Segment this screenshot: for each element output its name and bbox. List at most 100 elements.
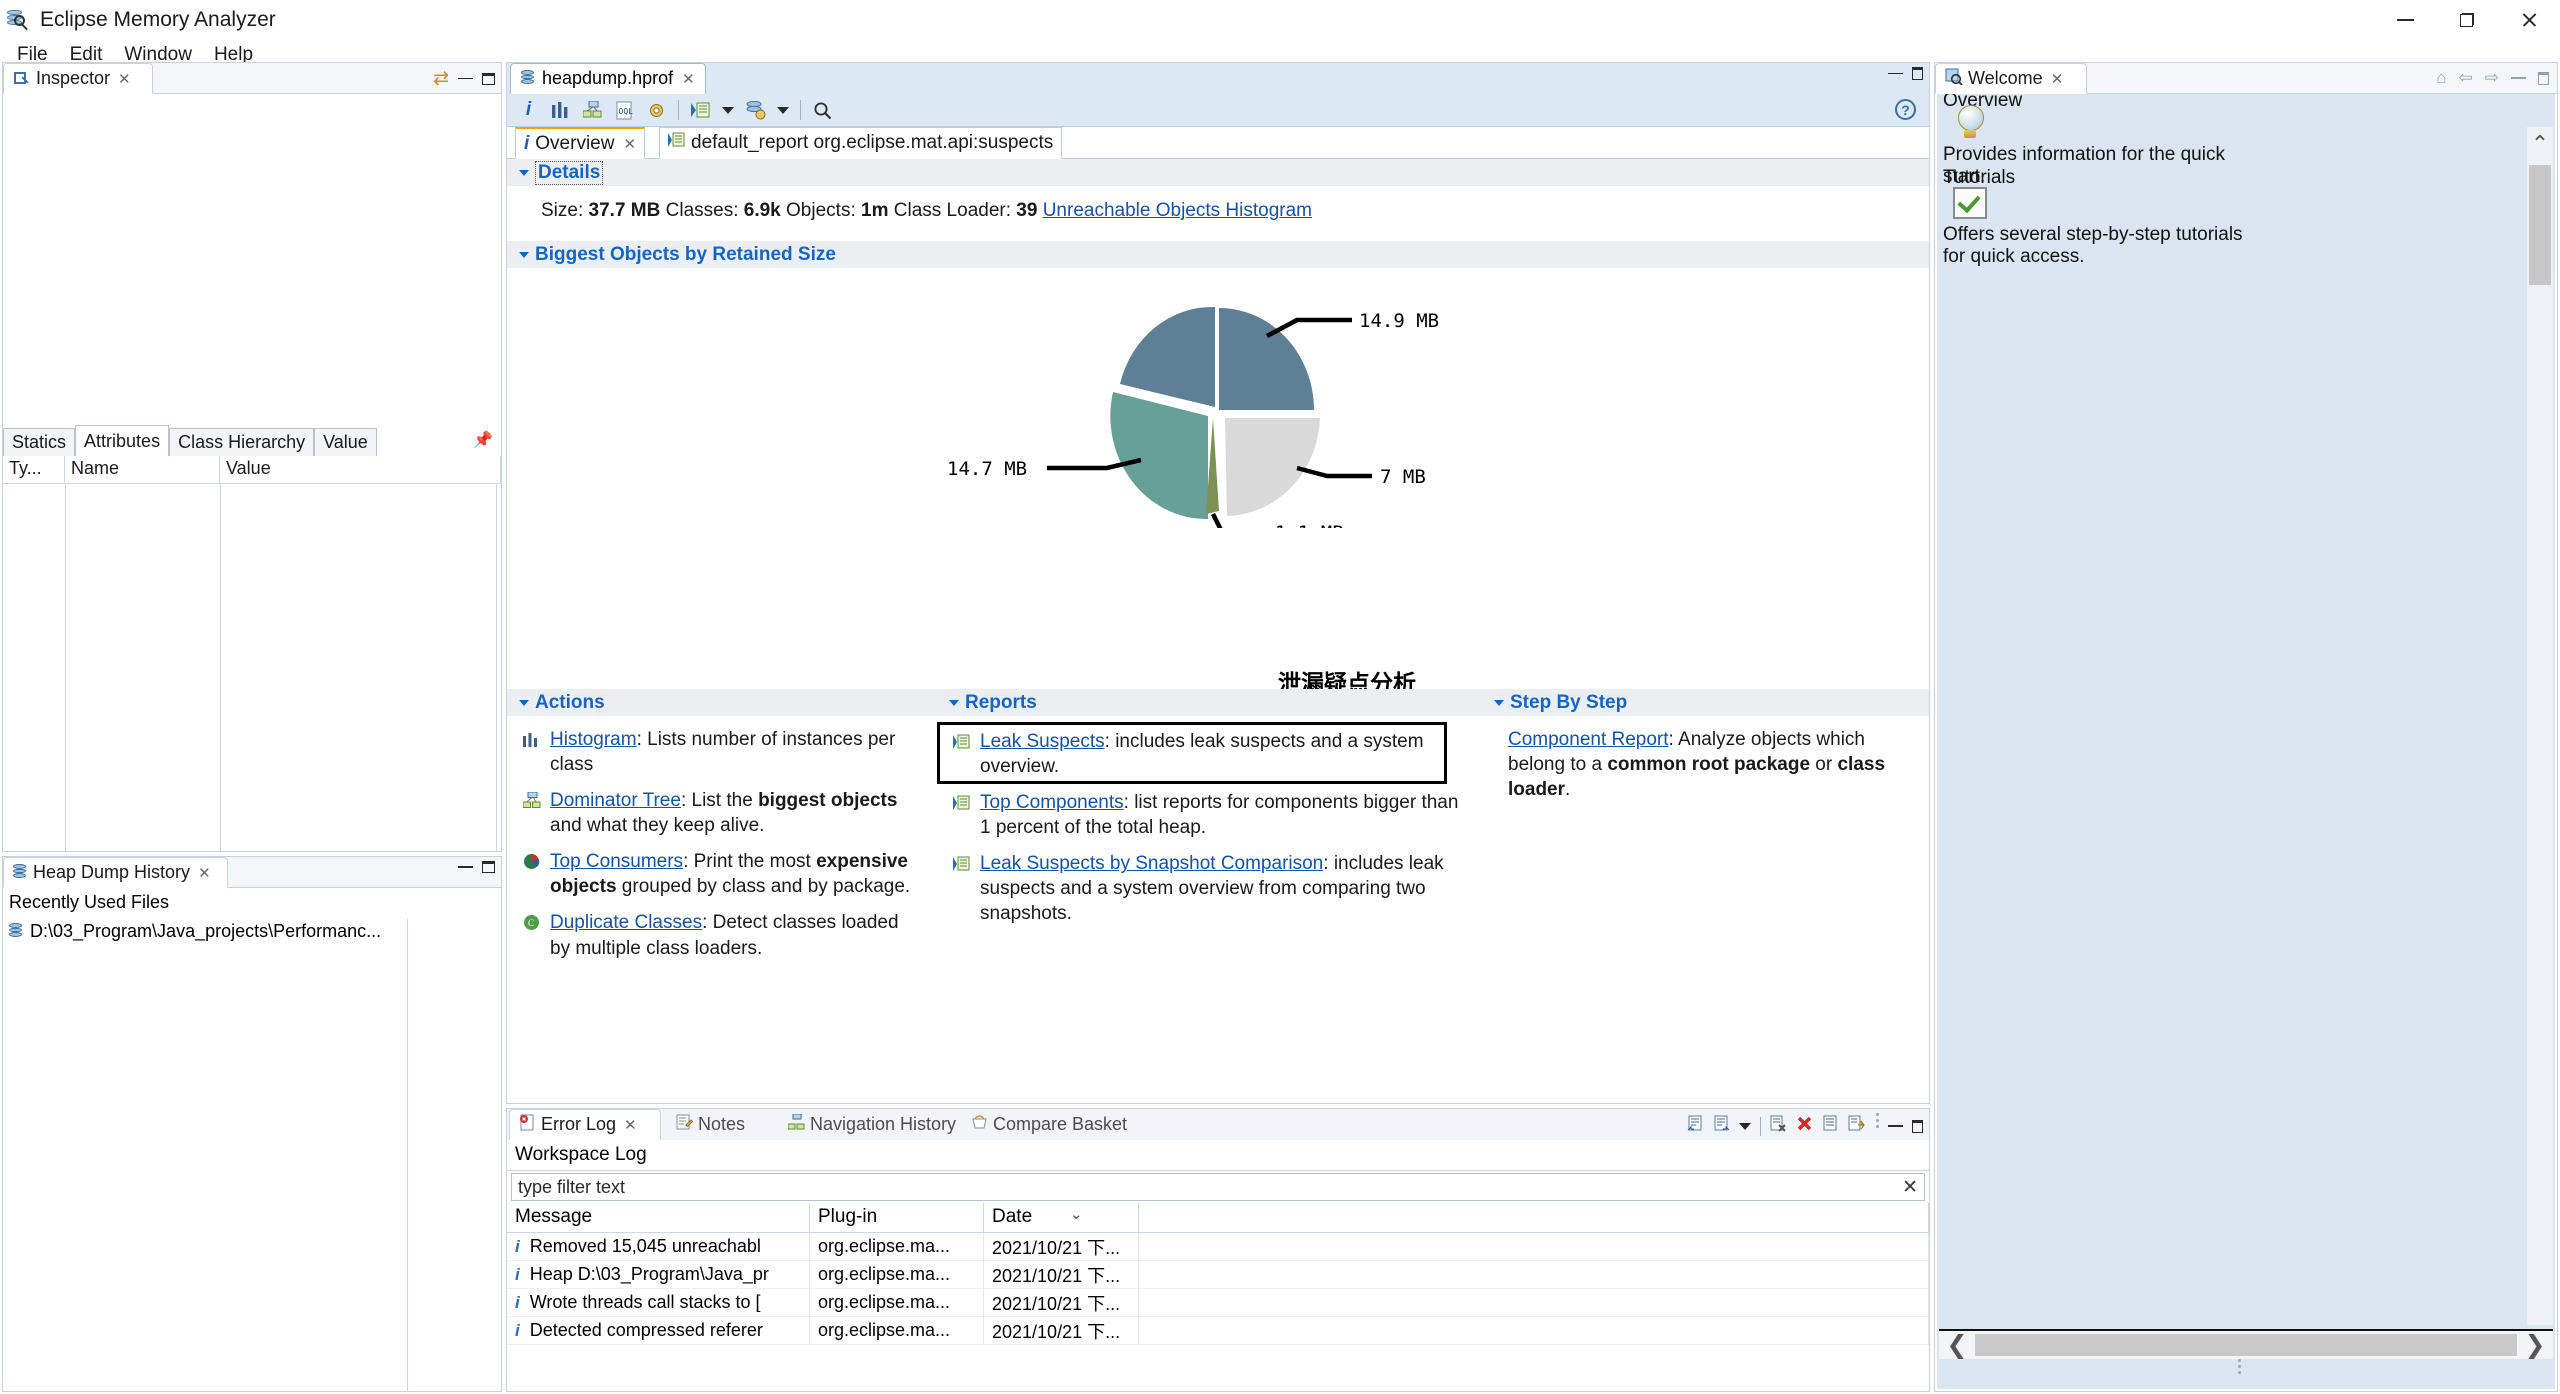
- welcome-vertical-scrollbar[interactable]: ⌃: [2527, 127, 2553, 1325]
- minimize-icon[interactable]: [458, 77, 473, 80]
- step-component-report[interactable]: Component Report: Analyze objects which …: [1482, 716, 1929, 802]
- search-icon[interactable]: [812, 100, 833, 121]
- histogram-icon[interactable]: [550, 100, 571, 121]
- clear-icon[interactable]: ✕: [1902, 1176, 1918, 1199]
- tab-attributes[interactable]: Attributes: [75, 425, 170, 456]
- close-button[interactable]: [2498, 0, 2560, 40]
- minimize-icon[interactable]: [2511, 77, 2526, 79]
- close-icon[interactable]: ✕: [623, 135, 636, 153]
- unreachable-objects-histogram-link[interactable]: Unreachable Objects Histogram: [1043, 200, 1312, 221]
- details-section-header[interactable]: Details: [507, 159, 1929, 186]
- resize-handle[interactable]: [2237, 1359, 2241, 1385]
- collapse-arrow-icon[interactable]: [519, 251, 529, 258]
- tab-heap-dump-history[interactable]: Heap Dump History ✕: [3, 857, 228, 888]
- home-icon[interactable]: ⌂: [2436, 68, 2446, 88]
- collapse-arrow-icon[interactable]: [519, 169, 529, 176]
- info-icon[interactable]: i: [518, 99, 539, 121]
- biggest-objects-section-header[interactable]: Biggest Objects by Retained Size: [507, 241, 1929, 268]
- tab-compare-basket[interactable]: Compare Basket: [962, 1109, 1136, 1140]
- open-log-icon[interactable]: [1822, 1115, 1839, 1137]
- tab-error-log[interactable]: Error Log ✕: [509, 1109, 661, 1140]
- forward-icon[interactable]: ⇨: [2485, 68, 2499, 88]
- clear-log-icon[interactable]: [1796, 1115, 1813, 1137]
- column-header-message[interactable]: Message: [507, 1203, 810, 1232]
- action-histogram[interactable]: Histogram: Lists number of instances per…: [507, 716, 937, 777]
- action-duplicate-classes[interactable]: C Duplicate Classes: Detect classes load…: [507, 899, 937, 960]
- reports-section-header[interactable]: Reports: [937, 689, 1482, 716]
- calculate-retained-size-icon[interactable]: [745, 100, 766, 121]
- leak-suspects-link[interactable]: Leak Suspects: [980, 731, 1105, 752]
- oql-icon[interactable]: OQL: [614, 100, 635, 121]
- maximize-icon[interactable]: [482, 72, 495, 85]
- tab-inspector[interactable]: Inspector ✕: [3, 63, 153, 94]
- list-item[interactable]: D:\03_Program\Java_projects\Performanc..…: [3, 917, 501, 946]
- pin-icon[interactable]: 📌: [473, 430, 493, 449]
- close-icon[interactable]: ✕: [624, 1116, 637, 1134]
- tab-default-report[interactable]: default_report org.eclipse.mat.api:suspe…: [659, 127, 1063, 159]
- close-icon[interactable]: ✕: [2051, 70, 2064, 88]
- restore-log-icon[interactable]: [1848, 1115, 1866, 1137]
- import-log-icon[interactable]: [1687, 1115, 1704, 1137]
- scrollbar-thumb[interactable]: [2529, 165, 2551, 285]
- back-icon[interactable]: ⇦: [2459, 68, 2473, 88]
- dominator-tree-link[interactable]: Dominator Tree: [550, 790, 681, 811]
- chevron-down-icon[interactable]: [777, 106, 789, 114]
- tab-overview[interactable]: i Overview ✕: [515, 127, 646, 159]
- leak-suspects-comparison-link[interactable]: Leak Suspects by Snapshot Comparison: [980, 853, 1323, 874]
- close-icon[interactable]: ✕: [198, 864, 211, 882]
- dominator-tree-icon[interactable]: [582, 100, 603, 121]
- chevron-down-icon[interactable]: [722, 106, 734, 114]
- action-top-consumers[interactable]: Top Consumers: Print the most expensive …: [507, 838, 937, 899]
- histogram-link[interactable]: Histogram: [550, 729, 637, 750]
- maximize-icon[interactable]: [482, 861, 495, 873]
- duplicate-classes-link[interactable]: Duplicate Classes: [550, 912, 702, 933]
- scroll-left-icon[interactable]: ❮: [1939, 1330, 1975, 1360]
- column-header-name[interactable]: Name: [65, 456, 220, 483]
- report-leak-suspects-comparison[interactable]: Leak Suspects by Snapshot Comparison: in…: [937, 840, 1482, 926]
- help-icon[interactable]: ?: [1895, 99, 1916, 120]
- column-header-plugin[interactable]: Plug-in: [810, 1203, 984, 1232]
- scroll-right-icon[interactable]: ❯: [2517, 1330, 2553, 1360]
- step-by-step-section-header[interactable]: Step By Step: [1482, 689, 1929, 716]
- collapse-arrow-icon[interactable]: [1494, 699, 1504, 706]
- minimize-button[interactable]: [2374, 0, 2436, 40]
- tab-navigation-history[interactable]: Navigation History: [779, 1109, 965, 1140]
- action-dominator-tree[interactable]: Dominator Tree: List the biggest objects…: [507, 777, 937, 838]
- table-row[interactable]: i Detected compressed referer org.eclips…: [507, 1316, 1929, 1345]
- actions-section-header[interactable]: Actions: [507, 689, 937, 716]
- table-row[interactable]: i Heap D:\03_Program\Java_pr org.eclipse…: [507, 1260, 1929, 1289]
- scrollbar-thumb[interactable]: [1975, 1334, 2517, 1356]
- tab-value[interactable]: Value: [314, 428, 377, 456]
- view-menu-icon[interactable]: [1875, 1113, 1879, 1139]
- chevron-down-icon[interactable]: [1739, 1122, 1751, 1130]
- close-icon[interactable]: ✕: [682, 70, 695, 88]
- tab-statics[interactable]: Statics: [3, 428, 76, 456]
- maximize-icon[interactable]: [1912, 67, 1923, 80]
- report-top-components[interactable]: Top Components: list reports for compone…: [937, 779, 1482, 840]
- column-header-value[interactable]: Value: [220, 456, 501, 483]
- minimize-icon[interactable]: [1888, 1125, 1903, 1127]
- close-icon[interactable]: ✕: [118, 70, 131, 88]
- maximize-icon[interactable]: [1912, 1119, 1923, 1133]
- settings-icon[interactable]: [646, 100, 667, 121]
- column-header-type[interactable]: Ty...: [3, 456, 65, 483]
- delete-log-icon[interactable]: [1770, 1115, 1787, 1137]
- top-components-link[interactable]: Top Components: [980, 792, 1124, 813]
- component-report-link[interactable]: Component Report: [1508, 729, 1669, 750]
- minimize-icon[interactable]: [1888, 72, 1903, 75]
- top-consumers-link[interactable]: Top Consumers: [550, 851, 683, 872]
- tab-welcome[interactable]: Welcome ✕: [1935, 63, 2087, 94]
- filter-input[interactable]: type filter text ✕: [511, 1173, 1925, 1201]
- tab-heapdump-hprof[interactable]: heapdump.hprof ✕: [510, 63, 706, 94]
- welcome-section-title-tutorials[interactable]: Tutorials: [1943, 167, 2015, 189]
- export-log-icon[interactable]: [1713, 1115, 1730, 1137]
- open-query-browser-icon[interactable]: [690, 100, 711, 121]
- tab-class-hierarchy[interactable]: Class Hierarchy: [169, 428, 315, 456]
- collapse-arrow-icon[interactable]: [949, 699, 959, 706]
- table-row[interactable]: i Wrote threads call stacks to [ org.ecl…: [507, 1288, 1929, 1317]
- link-with-editor-icon[interactable]: ⇄: [433, 67, 449, 90]
- minimize-icon[interactable]: [458, 866, 473, 868]
- table-row[interactable]: i Removed 15,045 unreachabl org.eclipse.…: [507, 1232, 1929, 1261]
- scroll-up-icon[interactable]: ⌃: [2527, 127, 2553, 161]
- welcome-horizontal-scrollbar[interactable]: ❮ ❯: [1939, 1329, 2553, 1359]
